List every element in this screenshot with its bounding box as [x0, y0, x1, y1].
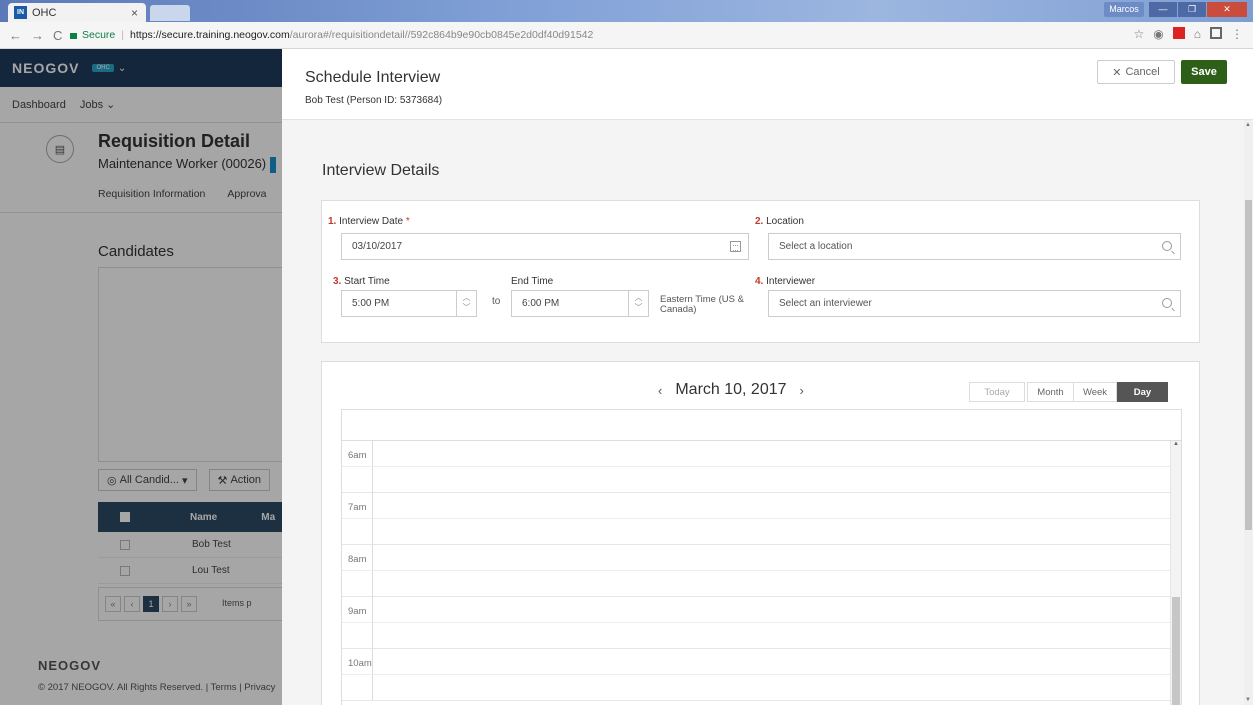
scroll-up-icon[interactable]: ▲ — [1173, 441, 1179, 447]
new-tab-button[interactable] — [150, 5, 190, 21]
interviewer-field[interactable]: Select an interviewer — [768, 290, 1181, 317]
start-time-label: 3. Start Time — [333, 276, 390, 287]
today-button[interactable]: Today — [969, 382, 1025, 402]
hour-label: 7am — [348, 502, 367, 513]
close-icon: ✕ — [1112, 66, 1122, 79]
hour-label: 10am — [348, 658, 372, 669]
bookmark-star-icon[interactable]: ☆ — [1134, 27, 1145, 41]
calendar-scrollbar[interactable]: ▲ — [1170, 441, 1181, 705]
interview-date-field[interactable]: 03/10/2017 — [341, 233, 749, 260]
url-field[interactable]: Secure | https://secure.training.neogov.… — [70, 25, 593, 45]
scroll-up-icon[interactable]: ▲ — [1245, 122, 1251, 128]
url-host: https://secure.training.neogov.com — [130, 29, 290, 41]
url-path: /aurora#/requisitiondetail//592c864b9e90… — [289, 29, 594, 41]
lock-icon — [70, 33, 77, 39]
time-slot[interactable] — [342, 571, 1181, 597]
minimize-icon[interactable]: — — [1149, 2, 1177, 17]
calendar-scroll-thumb[interactable] — [1172, 597, 1180, 705]
scroll-down-icon[interactable]: ▼ — [1245, 697, 1251, 703]
panel-scrollbar[interactable]: ▲ ▼ — [1244, 120, 1253, 705]
start-time-field[interactable]: 5:00 PM ︿ ﹀ — [341, 290, 477, 317]
interviewer-label: 4. Interviewer — [755, 276, 816, 287]
hour-label: 8am — [348, 554, 367, 565]
time-slot[interactable] — [342, 623, 1181, 649]
cast-icon[interactable]: ⌂ — [1194, 27, 1201, 41]
panel-subtitle: Bob Test (Person ID: 5373684) — [305, 95, 443, 106]
section-title: Interview Details — [322, 162, 440, 179]
browser-titlebar: IN OHC × Marcos — ❐ ✕ — [0, 0, 1253, 22]
hour-label: 9am — [348, 606, 367, 617]
location-label: 2. Location — [755, 216, 804, 227]
calendar-date-label: March 10, 2017 — [675, 381, 787, 398]
interview-details-card: 1. Interview Date * 03/10/2017 2. Locati… — [321, 200, 1200, 343]
time-slot[interactable]: 7am — [342, 493, 1181, 519]
time-slot[interactable] — [342, 519, 1181, 545]
window-controls: Marcos — ❐ ✕ — [1104, 2, 1247, 17]
save-button[interactable]: Save — [1181, 60, 1227, 84]
address-bar: ← → C Secure | https://secure.training.n… — [0, 22, 1253, 49]
favicon-icon: IN — [14, 6, 27, 19]
calendar-view-switcher: Today Month Week Day — [969, 382, 1168, 402]
time-slot[interactable] — [342, 467, 1181, 493]
location-field[interactable]: Select a location — [768, 233, 1181, 260]
forward-icon[interactable]: → — [31, 28, 44, 43]
url-separator: | — [121, 29, 125, 41]
back-icon[interactable]: ← — [9, 28, 22, 43]
menu-kebab-icon[interactable]: ⋮ — [1231, 27, 1243, 41]
calendar-icon[interactable] — [730, 241, 741, 252]
extension-square-icon[interactable] — [1210, 27, 1222, 39]
time-slot[interactable]: 9am — [342, 597, 1181, 623]
schedule-interview-panel: Schedule Interview Bob Test (Person ID: … — [282, 49, 1253, 705]
search-icon[interactable] — [1162, 298, 1172, 308]
panel-header: Schedule Interview Bob Test (Person ID: … — [282, 49, 1253, 120]
nav-buttons: ← → C — [0, 28, 70, 43]
day-view-button[interactable]: Day — [1117, 382, 1168, 402]
secure-indicator[interactable]: Secure — [70, 29, 115, 41]
time-slot[interactable]: 8am — [342, 545, 1181, 571]
tab-title: OHC — [32, 6, 57, 19]
interview-date-label: 1. Interview Date * — [328, 216, 410, 227]
end-time-label: End Time — [511, 276, 554, 287]
to-label: to — [492, 296, 501, 307]
cancel-button[interactable]: ✕ Cancel — [1097, 60, 1175, 84]
end-time-stepper-icon[interactable]: ︿ ﹀ — [628, 291, 648, 316]
all-day-row[interactable] — [342, 410, 1181, 441]
time-slot[interactable]: 10am — [342, 649, 1181, 675]
browser-tab[interactable]: IN OHC × — [8, 3, 146, 22]
next-day-icon[interactable]: › — [800, 383, 804, 398]
maximize-icon[interactable]: ❐ — [1178, 2, 1206, 17]
calendar-nav: ‹ March 10, 2017 › — [658, 381, 804, 399]
prev-day-icon[interactable]: ‹ — [658, 383, 662, 398]
calendar-card: ‹ March 10, 2017 › Today Month Week Day … — [321, 361, 1200, 705]
timezone-label: Eastern Time (US & Canada) — [660, 294, 744, 315]
extension-icons: ☆ ◉ ⌂ ⋮ — [1134, 27, 1243, 41]
search-icon[interactable] — [1162, 241, 1172, 251]
reload-icon[interactable]: C — [53, 28, 62, 43]
secure-label: Secure — [82, 29, 116, 41]
time-slot[interactable]: 6am — [342, 441, 1181, 467]
extension-icon[interactable]: ◉ — [1153, 27, 1163, 41]
day-calendar-grid: 6am 7am 8am 9am 10am ▲ — [341, 409, 1182, 705]
panel-title: Schedule Interview — [305, 69, 441, 86]
modal-overlay[interactable] — [0, 49, 282, 705]
tab-close-icon[interactable]: × — [131, 6, 138, 20]
month-view-button[interactable]: Month — [1027, 382, 1074, 402]
profile-button[interactable]: Marcos — [1104, 2, 1144, 17]
window-close-icon[interactable]: ✕ — [1207, 2, 1247, 17]
pdf-extension-icon[interactable] — [1172, 27, 1185, 39]
time-slot[interactable] — [342, 675, 1181, 701]
panel-scroll-thumb[interactable] — [1245, 200, 1252, 530]
end-time-field[interactable]: 6:00 PM ︿ ﹀ — [511, 290, 649, 317]
week-view-button[interactable]: Week — [1074, 382, 1117, 402]
hour-label: 6am — [348, 450, 367, 461]
start-time-stepper-icon[interactable]: ︿ ﹀ — [456, 291, 476, 316]
